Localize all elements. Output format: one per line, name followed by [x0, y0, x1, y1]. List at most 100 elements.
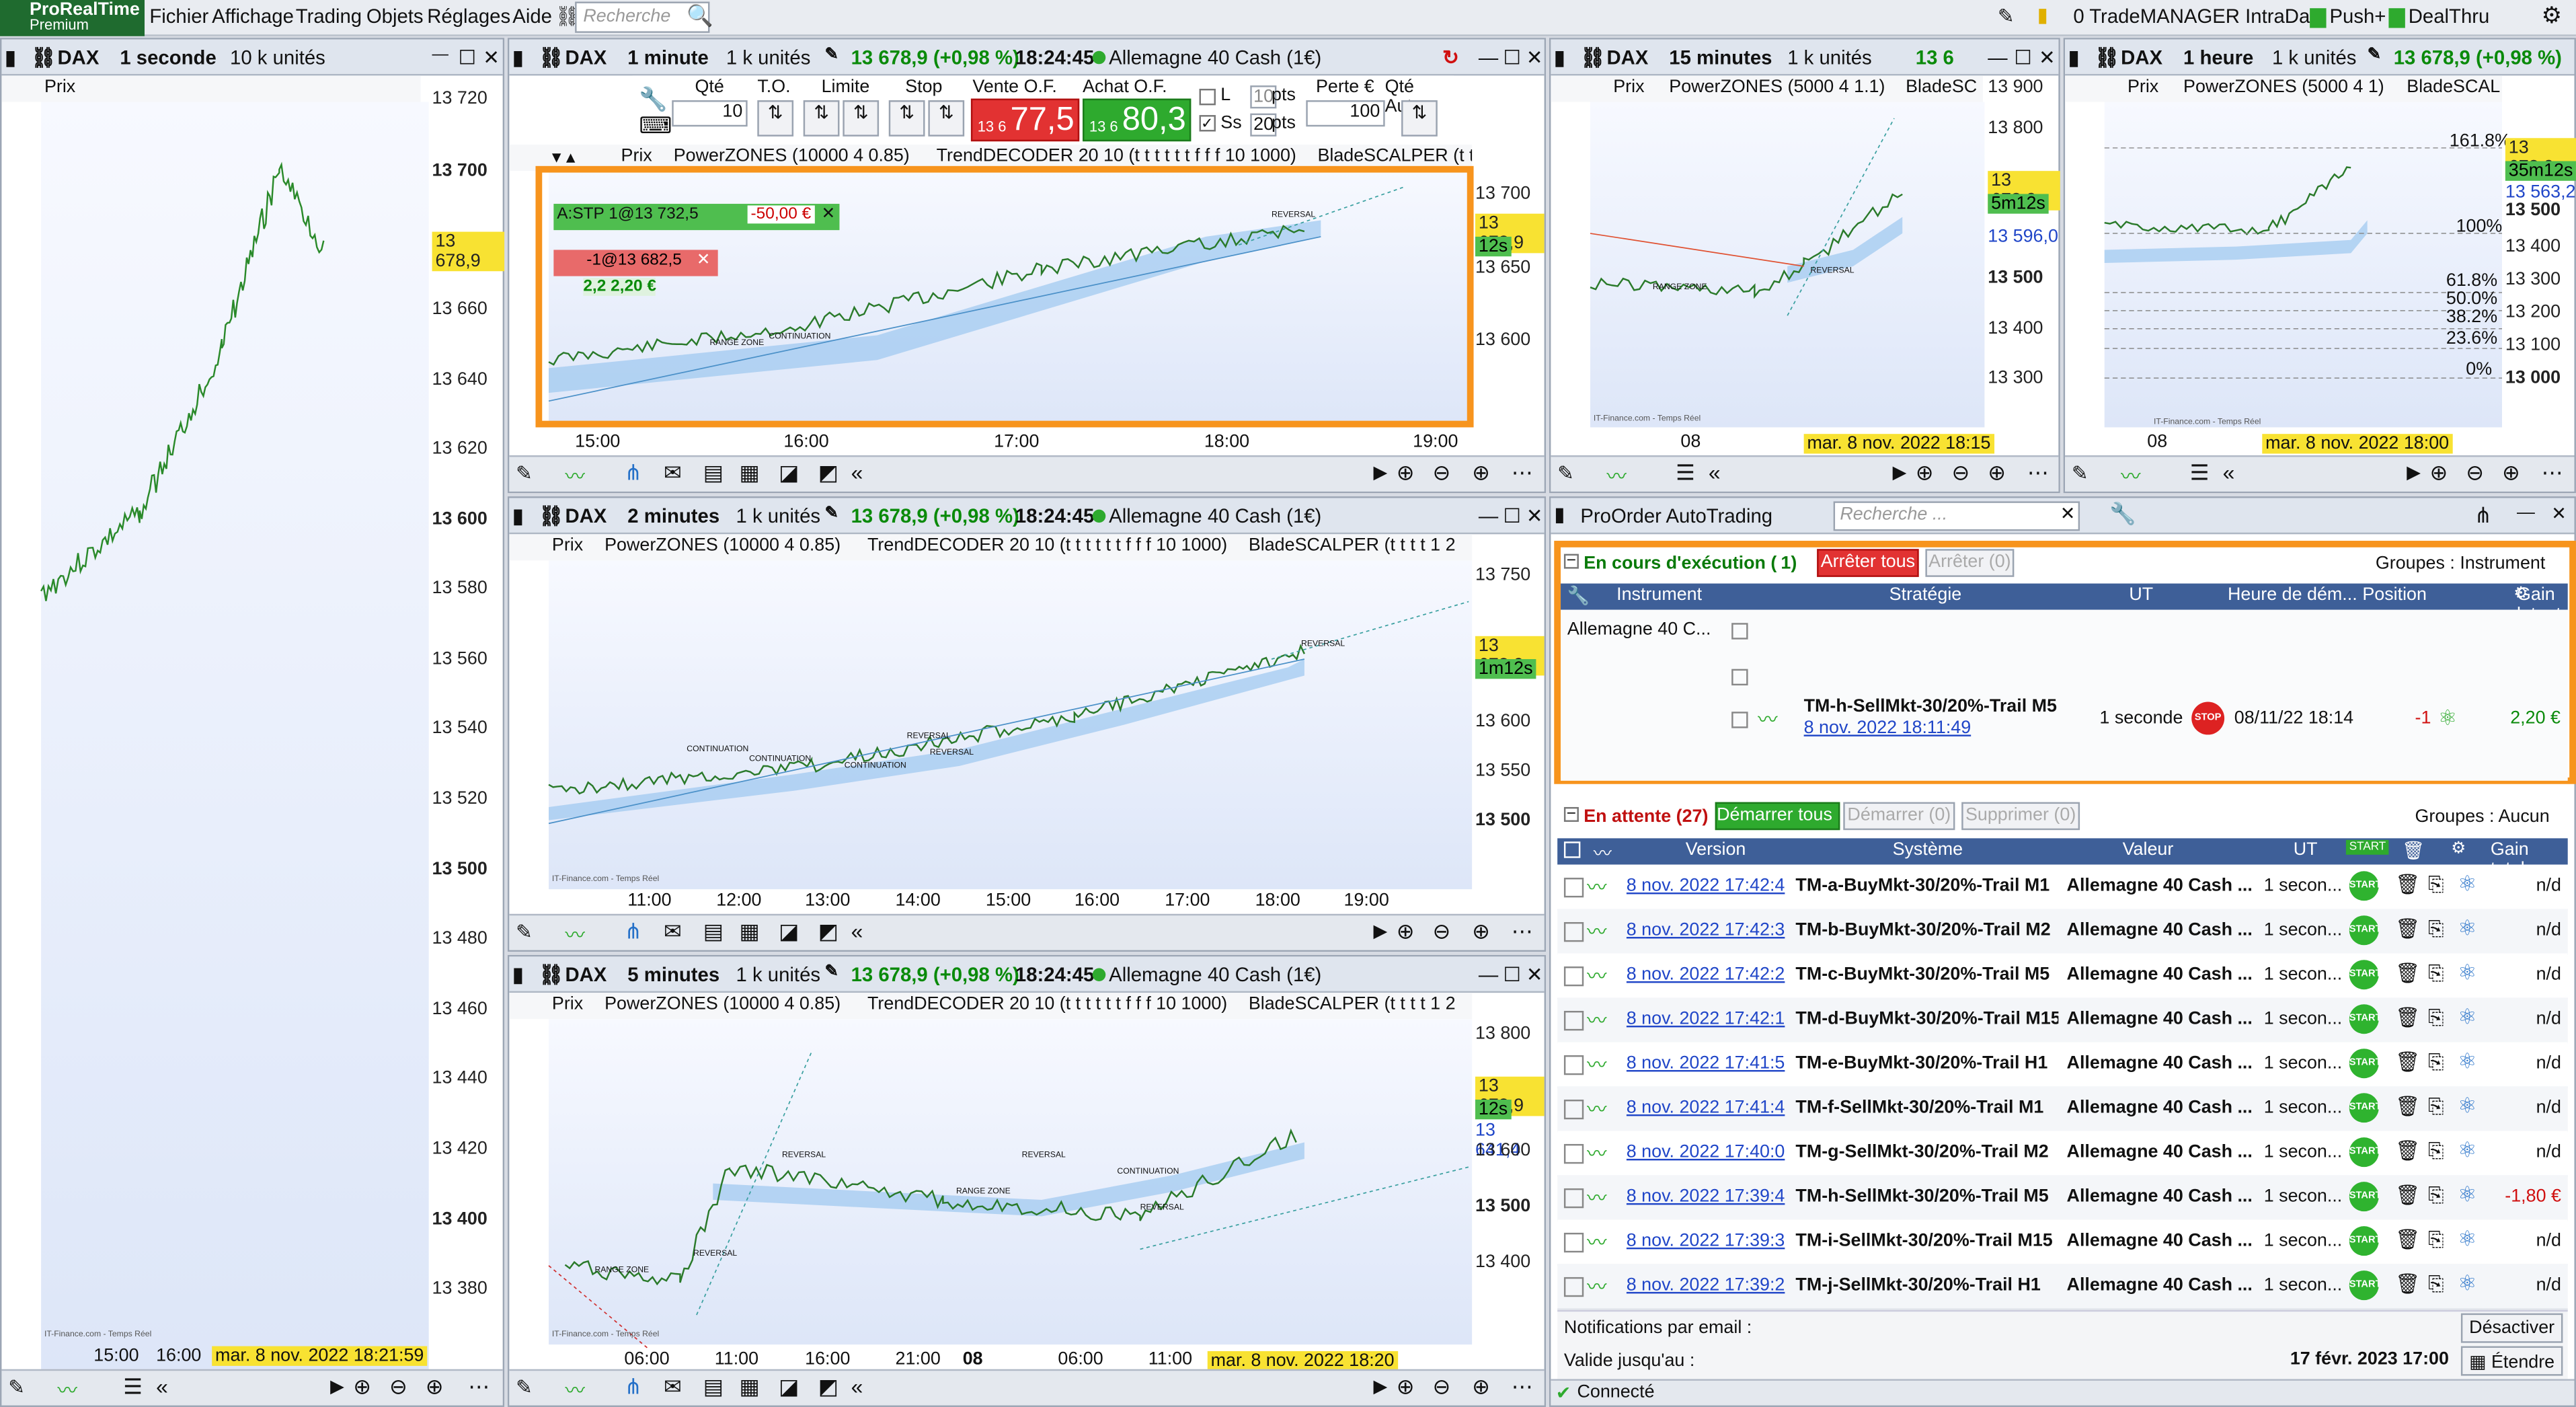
menu-icon[interactable]: ☰ — [2190, 460, 2209, 486]
start-icon[interactable]: START — [2349, 1004, 2379, 1034]
play-icon[interactable]: ▶ — [1374, 462, 1388, 483]
zoom-fit-icon[interactable]: ⊕ — [1397, 460, 1415, 486]
system-cell[interactable]: TM-i-SellMkt-30/20%-Trail M15 — [1795, 1231, 2058, 1250]
groups-select[interactable]: Groupes : Instrument — [2376, 554, 2545, 574]
minimize-icon[interactable]: — — [432, 46, 448, 64]
price-axis[interactable]: 13 750 13 678,9 1m12s 13 600 13 550 13 5… — [1475, 564, 1545, 892]
legend-icons[interactable]: ▾ ▴ — [552, 147, 575, 167]
row-checkbox[interactable] — [1731, 669, 1748, 686]
price-axis[interactable]: 13 900 13 800 13 678,9 5m12s 13 596,0 13… — [1988, 75, 2060, 437]
price-axis[interactable]: 13 800 13 678,9 12s 13 641,4 13 600 13 5… — [1475, 1022, 1545, 1351]
trash-icon[interactable]: 🗑 — [2395, 1272, 2420, 1295]
settings-icon[interactable]: ⚙ — [2542, 1, 2563, 30]
scroll-left-icon[interactable]: « — [1709, 460, 1721, 485]
table-row[interactable]: 〰 8 nov. 2022 17:42:3 TM-b-BuyMkt-30/20%-T… — [1557, 909, 2568, 955]
version-cell[interactable]: 8 nov. 2022 17:39:2 — [1627, 1275, 1794, 1295]
position-line[interactable]: -1@13 682,5 ✕ — [553, 250, 718, 276]
qty-input[interactable]: 10 — [672, 100, 748, 127]
start-all-button[interactable]: Démarrer tous — [1715, 802, 1840, 831]
system-cell[interactable]: TM-f-SellMkt-30/20%-Trail M1 — [1795, 1098, 2058, 1118]
link-icon[interactable]: ⛓ — [539, 46, 563, 69]
symbol-select[interactable]: DAX — [1606, 46, 1648, 69]
collapse-icon[interactable]: − — [1563, 553, 1579, 570]
system-cell[interactable]: TM-d-BuyMkt-30/20%-Trail M15 — [1795, 1010, 2058, 1029]
groups-select[interactable]: Groupes : Aucun — [2415, 807, 2550, 827]
buy-button[interactable]: 13 6 80,3 — [1083, 98, 1192, 142]
chart-icon[interactable]: ▮ — [2068, 46, 2079, 69]
col-version[interactable]: Version — [1686, 840, 1746, 860]
row-checkbox[interactable] — [1563, 966, 1584, 987]
indicator-icon[interactable]: 〰 — [565, 1376, 584, 1404]
table-icon[interactable]: ▦ — [739, 919, 759, 945]
zoom-in-icon[interactable]: ⊕ — [1472, 460, 1490, 486]
version-cell[interactable]: 8 nov. 2022 17:42:3 — [1627, 921, 1794, 940]
link-icon[interactable]: ⛓ — [2095, 46, 2119, 69]
menu-icon[interactable]: ☰ — [1676, 460, 1694, 486]
chart-area[interactable]: RANGE ZONE REVERSAL IT-Finance.com - Tem… — [1590, 102, 1985, 428]
ss-checkbox[interactable]: ✓ — [1199, 115, 1216, 132]
chart-icon[interactable]: ▮ — [512, 46, 523, 69]
more-icon[interactable]: ⋯ — [2027, 460, 2049, 486]
start-icon[interactable]: START — [2349, 1093, 2379, 1123]
system-cell[interactable]: TM-a-BuyMkt-30/20%-Trail M1 — [1795, 876, 2058, 896]
report-icon[interactable]: ▤ — [703, 919, 724, 945]
version-cell[interactable]: 8 nov. 2022 17:39:3 — [1627, 1231, 1794, 1250]
delete-button[interactable]: Supprimer (0) — [1961, 802, 2080, 831]
menu-icon[interactable]: ☰ — [123, 1374, 142, 1400]
timeframe-select[interactable]: 2 minutes — [627, 504, 719, 527]
copy-icon[interactable]: ⎘ — [2428, 1228, 2444, 1253]
details-icon[interactable]: ⚛ — [2458, 915, 2476, 942]
zoom-fit-icon[interactable]: ⊕ — [353, 1374, 371, 1400]
minimize-icon[interactable]: — — [1479, 46, 1498, 69]
row-checkbox[interactable] — [1563, 878, 1584, 898]
zoom-in-icon[interactable]: ⊕ — [426, 1374, 444, 1400]
details-icon[interactable]: ⚛ — [2458, 1093, 2476, 1119]
menu-aide[interactable]: Aide — [512, 5, 552, 28]
chart-mini-icon[interactable]: ◪ — [779, 919, 799, 945]
version-cell[interactable]: 8 nov. 2022 17:41:5 — [1627, 1054, 1794, 1073]
version-cell[interactable]: 8 nov. 2022 17:42:2 — [1627, 965, 1794, 985]
details-icon[interactable]: ⚛ — [2458, 960, 2476, 986]
col-position[interactable]: Position — [2362, 585, 2427, 605]
system-cell[interactable]: TM-g-SellMkt-30/20%-Trail M2 — [1795, 1143, 2058, 1162]
symbol-select[interactable]: DAX — [58, 46, 100, 69]
table-row[interactable]: 〰 8 nov. 2022 17:42:1 TM-d-BuyMkt-30/20%-T… — [1557, 997, 2568, 1044]
start-icon[interactable]: START — [2349, 915, 2379, 946]
legend-bladescalper[interactable]: BladeSC — [1906, 77, 1977, 97]
start-button[interactable]: Démarrer (0) — [1843, 802, 1955, 831]
table-row[interactable]: 〰 8 nov. 2022 17:42:2 TM-c-BuyMkt-30/20%-T… — [1557, 953, 2568, 999]
zoom-in-icon[interactable]: ⊕ — [2502, 460, 2520, 486]
col-strategy[interactable]: Stratégie — [1889, 585, 1962, 605]
stop-buy-button[interactable]: ⇅ — [888, 100, 925, 137]
timeframe-select[interactable]: 1 seconde — [120, 46, 216, 69]
start-icon[interactable]: START — [2349, 1049, 2379, 1079]
legend-trenddecoder[interactable]: TrendDECODER 20 10 (t t t t t t f f f 10… — [867, 995, 1227, 1014]
system-cell[interactable]: TM-c-BuyMkt-30/20%-Trail M5 — [1795, 965, 2058, 985]
col-value[interactable]: Valeur — [2123, 840, 2174, 860]
table-icon[interactable]: ▦ — [739, 460, 759, 486]
zoom-out-icon[interactable]: ⊖ — [1432, 460, 1450, 486]
legend-prix[interactable]: Prix — [2128, 77, 2158, 97]
units-select[interactable]: 10 k unités — [230, 46, 325, 69]
more-icon[interactable]: ⋯ — [1512, 919, 1533, 945]
version-cell[interactable]: 8 nov. 2022 17:41:4 — [1627, 1098, 1794, 1118]
close-icon[interactable]: ✕ — [483, 46, 500, 69]
play-icon[interactable]: ▶ — [1374, 1376, 1388, 1397]
minimize-icon[interactable]: — — [1988, 46, 2007, 69]
backtest-icon[interactable]: ◩ — [818, 460, 838, 486]
strategy-name[interactable]: TM-h-SellMkt-30/20%-Trail M5 — [1804, 697, 2057, 716]
system-cell[interactable]: TM-h-SellMkt-30/20%-Trail M5 — [1795, 1186, 2058, 1206]
units-select[interactable]: 1 k unités — [1787, 46, 1872, 69]
scroll-left-icon[interactable]: « — [851, 460, 863, 485]
zoom-out-icon[interactable]: ⊖ — [1952, 460, 1970, 486]
symbol-select[interactable]: DAX — [565, 504, 607, 527]
draw-icon[interactable]: ✎ — [8, 1376, 25, 1399]
report-icon[interactable]: ▤ — [703, 1374, 724, 1400]
table-row[interactable]: 〰 8 nov. 2022 17:41:5 TM-e-BuyMkt-30/20%-T… — [1557, 1042, 2568, 1088]
copy-icon[interactable]: ⎘ — [2428, 873, 2444, 898]
draw-icon[interactable]: ✎ — [516, 462, 533, 485]
close-icon[interactable]: ✕ — [1526, 504, 1543, 527]
legend-powerzones[interactable]: PowerZONES (5000 4 1.1) — [1669, 77, 1885, 97]
menu-trading[interactable]: Trading — [296, 5, 362, 28]
folder-icon[interactable]: ▮ — [2037, 3, 2048, 26]
